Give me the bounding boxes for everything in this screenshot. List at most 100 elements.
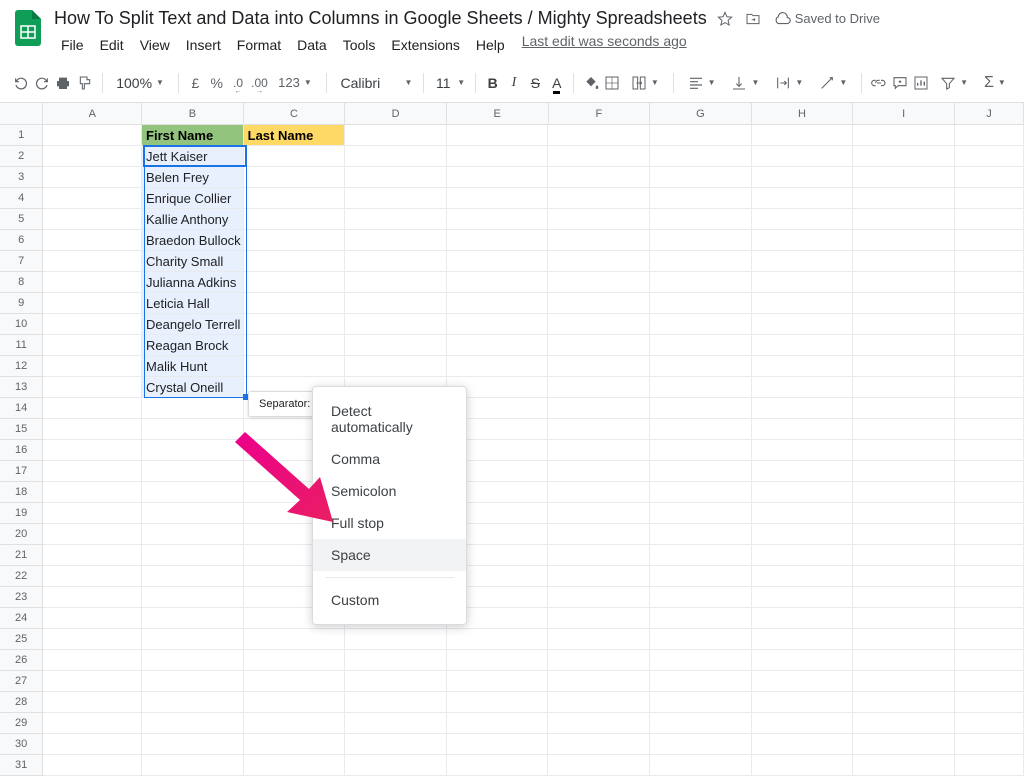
cell[interactable] xyxy=(752,398,854,419)
cell[interactable]: Enrique Collier xyxy=(142,188,244,209)
cell[interactable] xyxy=(853,566,955,587)
col-header-h[interactable]: H xyxy=(752,103,854,124)
cell[interactable] xyxy=(447,272,549,293)
cell[interactable] xyxy=(955,209,1024,230)
cell[interactable] xyxy=(853,356,955,377)
cell[interactable] xyxy=(650,587,752,608)
cell[interactable] xyxy=(43,650,142,671)
cell[interactable] xyxy=(752,629,854,650)
cell[interactable]: Braedon Bullock xyxy=(142,230,244,251)
cell[interactable] xyxy=(650,188,752,209)
cell[interactable] xyxy=(650,692,752,713)
menu-format[interactable]: Format xyxy=(230,33,288,57)
row-header[interactable]: 18 xyxy=(0,482,43,503)
cell[interactable] xyxy=(43,629,142,650)
cell[interactable] xyxy=(548,230,650,251)
cell[interactable] xyxy=(548,188,650,209)
cell[interactable] xyxy=(853,272,955,293)
cell[interactable] xyxy=(548,566,650,587)
cell[interactable] xyxy=(955,713,1024,734)
cell[interactable] xyxy=(650,524,752,545)
cell[interactable] xyxy=(345,230,447,251)
row-header[interactable]: 2 xyxy=(0,146,43,167)
menu-extensions[interactable]: Extensions xyxy=(384,33,466,57)
row-header[interactable]: 31 xyxy=(0,755,43,776)
cell[interactable]: Charity Small xyxy=(142,251,244,272)
row-header[interactable]: 7 xyxy=(0,251,43,272)
cell[interactable] xyxy=(548,608,650,629)
separator-option-full-stop[interactable]: Full stop xyxy=(313,507,466,539)
cell[interactable] xyxy=(752,377,854,398)
cell[interactable] xyxy=(447,671,549,692)
separator-option-space[interactable]: Space xyxy=(313,539,466,571)
cell[interactable] xyxy=(752,251,854,272)
cell[interactable] xyxy=(345,209,447,230)
cell[interactable] xyxy=(955,461,1024,482)
cell[interactable] xyxy=(43,461,142,482)
cell[interactable] xyxy=(447,713,549,734)
cell[interactable] xyxy=(752,671,854,692)
cell[interactable] xyxy=(955,545,1024,566)
cell[interactable] xyxy=(955,440,1024,461)
cell[interactable] xyxy=(548,398,650,419)
cell[interactable] xyxy=(548,251,650,272)
cell[interactable] xyxy=(447,209,549,230)
row-header[interactable]: 30 xyxy=(0,734,43,755)
cell[interactable] xyxy=(43,587,142,608)
cell[interactable] xyxy=(955,650,1024,671)
row-header[interactable]: 6 xyxy=(0,230,43,251)
separator-option-detect-automatically[interactable]: Detect automatically xyxy=(313,395,466,443)
v-align-button[interactable]: ▼ xyxy=(725,70,765,96)
paint-format-button[interactable] xyxy=(76,70,93,96)
cell[interactable] xyxy=(955,587,1024,608)
cell[interactable] xyxy=(650,629,752,650)
cell[interactable] xyxy=(752,566,854,587)
h-align-button[interactable]: ▼ xyxy=(682,70,722,96)
cell[interactable] xyxy=(955,566,1024,587)
text-color-button[interactable]: A xyxy=(548,70,565,96)
cell[interactable] xyxy=(650,377,752,398)
cell[interactable] xyxy=(447,125,549,146)
cell[interactable] xyxy=(43,608,142,629)
cell[interactable] xyxy=(244,734,346,755)
cell[interactable] xyxy=(853,146,955,167)
cell[interactable] xyxy=(853,335,955,356)
cell[interactable] xyxy=(955,251,1024,272)
cell[interactable] xyxy=(43,503,142,524)
cell[interactable] xyxy=(650,335,752,356)
cell[interactable] xyxy=(43,293,142,314)
cell[interactable] xyxy=(447,314,549,335)
cell[interactable] xyxy=(955,629,1024,650)
cell[interactable] xyxy=(650,125,752,146)
cell[interactable] xyxy=(650,419,752,440)
cell[interactable] xyxy=(548,461,650,482)
cell[interactable] xyxy=(548,125,650,146)
cell[interactable] xyxy=(244,209,346,230)
cell[interactable] xyxy=(244,356,346,377)
cell[interactable] xyxy=(650,503,752,524)
cell[interactable] xyxy=(43,482,142,503)
row-header[interactable]: 16 xyxy=(0,440,43,461)
cell[interactable] xyxy=(43,230,142,251)
currency-button[interactable]: £ xyxy=(187,70,204,96)
link-button[interactable] xyxy=(870,70,887,96)
separator-option-custom[interactable]: Custom xyxy=(313,584,466,616)
row-header[interactable]: 22 xyxy=(0,566,43,587)
row-header[interactable]: 29 xyxy=(0,713,43,734)
cell[interactable] xyxy=(43,314,142,335)
cell[interactable] xyxy=(142,482,244,503)
menu-edit[interactable]: Edit xyxy=(93,33,131,57)
cell[interactable] xyxy=(43,692,142,713)
cell[interactable] xyxy=(752,125,854,146)
cell[interactable] xyxy=(650,566,752,587)
cell[interactable] xyxy=(752,461,854,482)
cell[interactable] xyxy=(244,293,346,314)
cell[interactable] xyxy=(142,587,244,608)
cell[interactable] xyxy=(447,293,549,314)
cell[interactable] xyxy=(853,482,955,503)
cell[interactable] xyxy=(548,314,650,335)
cell[interactable] xyxy=(853,125,955,146)
cell[interactable] xyxy=(650,461,752,482)
cell[interactable] xyxy=(345,734,447,755)
cell[interactable] xyxy=(752,293,854,314)
